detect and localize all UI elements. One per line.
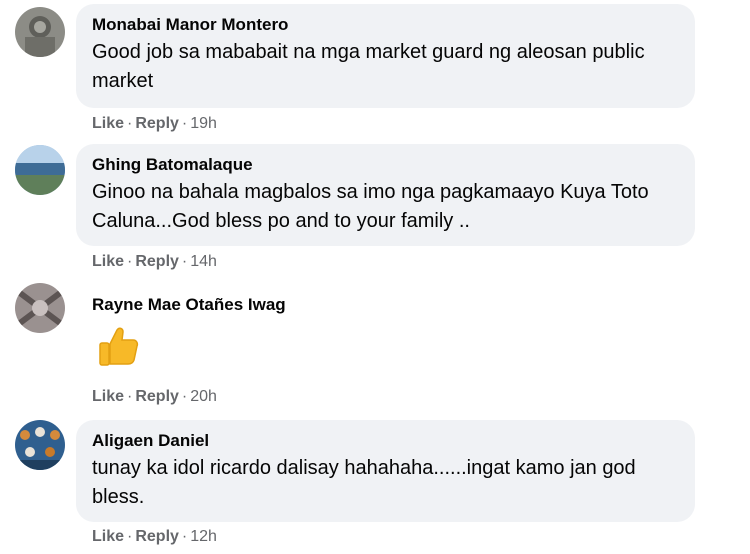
comment-author[interactable]: Ghing Batomalaque [92,154,677,176]
avatar-image [15,420,65,470]
thumbs-up-emoji-icon [99,327,139,366]
separator: · [127,528,133,545]
avatar-image [15,7,65,57]
comment-actions: Like · Reply · 14h [92,252,217,272]
reply-button[interactable]: Reply [135,115,179,132]
avatar[interactable] [15,283,65,333]
reply-button[interactable]: Reply [135,528,179,545]
like-button[interactable]: Like [92,115,124,132]
avatar[interactable] [15,145,65,195]
comment-timestamp[interactable]: 20h [190,388,217,405]
comment-text: Ginoo na bahala magbalos sa imo nga pagk… [92,181,649,232]
comment-actions: Like · Reply · 12h [92,527,217,547]
separator: · [127,115,133,132]
like-button[interactable]: Like [92,388,124,405]
separator: · [127,253,133,270]
avatar[interactable] [15,420,65,470]
comment-text: Good job sa mababait na mga market guard… [92,41,645,92]
comment-bubble: Ghing Batomalaque Ginoo na bahala magbal… [76,144,695,246]
comment-timestamp[interactable]: 14h [190,253,217,270]
comment-author[interactable]: Rayne Mae Otañes Iwag [92,294,328,316]
separator: · [181,115,188,132]
reply-button[interactable]: Reply [135,388,179,405]
separator: · [181,528,188,545]
separator: · [181,388,188,405]
comment-text: tunay ka idol ricardo dalisay hahahaha..… [92,457,636,508]
comment-author[interactable]: Aligaen Daniel [92,430,677,452]
comment-author[interactable]: Monabai Manor Montero [92,14,677,36]
comment-actions: Like · Reply · 19h [92,114,217,134]
like-button[interactable]: Like [92,253,124,270]
comment-timestamp[interactable]: 12h [190,528,217,545]
reply-button[interactable]: Reply [135,253,179,270]
avatar[interactable] [15,7,65,57]
avatar-image [15,145,65,195]
comment-timestamp[interactable]: 19h [190,115,217,132]
comment-bubble: Aligaen Daniel tunay ka idol ricardo dal… [76,420,695,522]
separator: · [127,388,133,405]
separator: · [181,253,188,270]
comment-bubble: Rayne Mae Otañes Iwag [76,284,346,324]
like-button[interactable]: Like [92,528,124,545]
comment-bubble: Monabai Manor Montero Good job sa mababa… [76,4,695,108]
avatar-image [15,283,65,333]
comment-actions: Like · Reply · 20h [92,387,217,407]
